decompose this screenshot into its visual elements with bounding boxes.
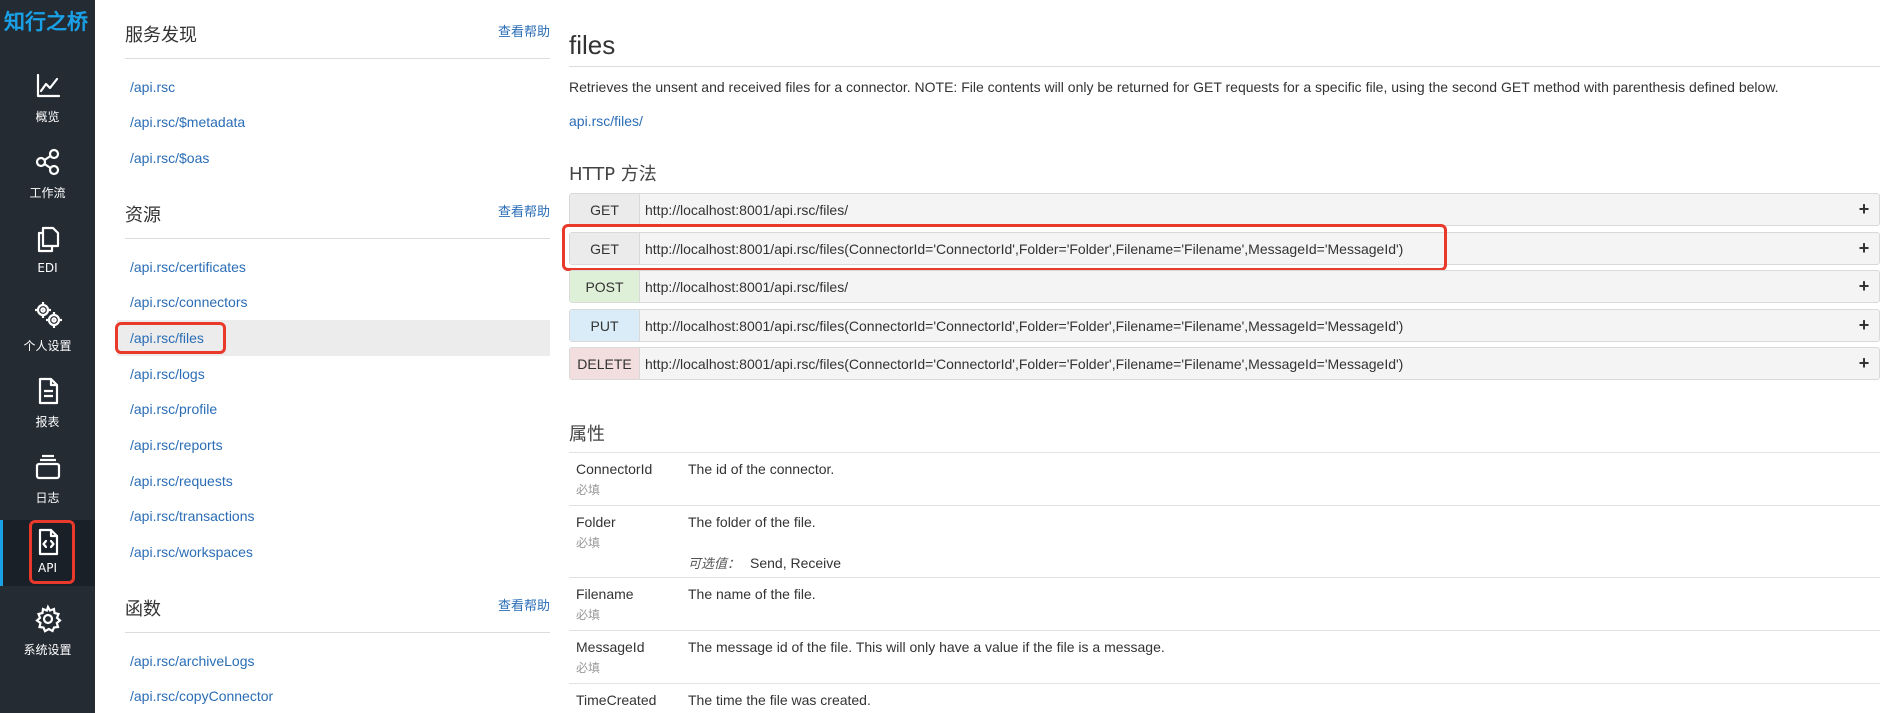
- nav-label: 日志: [35, 491, 60, 505]
- endpoint-link[interactable]: /api.rsc/certificates: [130, 259, 246, 275]
- get-method-highlight-box: [562, 224, 1447, 271]
- resource-description: Retrieves the unsent and received files …: [569, 79, 1779, 95]
- property-row: MessageId 必填 The message id of the file.…: [569, 630, 1880, 683]
- endpoint-link[interactable]: /api.rsc/$oas: [130, 150, 209, 166]
- endpoint-link[interactable]: /api.rsc/workspaces: [130, 544, 253, 560]
- method-row-put[interactable]: PUT http://localhost:8001/api.rsc/files(…: [569, 309, 1880, 342]
- properties-heading: 属性: [569, 424, 605, 445]
- nav-label: 工作流: [29, 186, 66, 200]
- methods-heading: HTTP 方法: [569, 164, 657, 185]
- required-label: 必填: [576, 661, 601, 675]
- property-name: Folder: [576, 514, 616, 530]
- nav-item-personal-settings[interactable]: 个人设置: [0, 300, 95, 370]
- copy-icon: [37, 226, 59, 253]
- property-name: TimeCreated: [576, 692, 657, 708]
- nav-label: 概览: [35, 110, 60, 124]
- property-row: TimeCreated The time the file was create…: [569, 683, 1880, 713]
- endpoint-link[interactable]: /api.rsc/transactions: [130, 508, 255, 524]
- nav-item-system-settings[interactable]: 系统设置: [0, 604, 95, 674]
- nav-item-logs[interactable]: 日志: [0, 452, 95, 522]
- page-title: files: [569, 30, 616, 60]
- expand-icon[interactable]: +: [1849, 199, 1879, 220]
- property-row: ConnectorId 必填 The id of the connector.: [569, 452, 1880, 505]
- resource-base-link[interactable]: api.rsc/files/: [569, 113, 643, 129]
- method-url: http://localhost:8001/api.rsc/files/: [645, 201, 849, 218]
- help-link-resources[interactable]: 查看帮助: [498, 201, 550, 220]
- method-url: http://localhost:8001/api.rsc/files(Conn…: [645, 355, 1404, 372]
- property-name: Filename: [576, 586, 634, 602]
- method-url: http://localhost:8001/api.rsc/files(Conn…: [645, 317, 1404, 334]
- nav-item-edi[interactable]: EDI: [0, 224, 95, 294]
- property-name: MessageId: [576, 639, 645, 655]
- expand-icon[interactable]: +: [1849, 353, 1879, 374]
- endpoint-sidebar: 服务发现 查看帮助 /api.rsc /api.rsc/$metadata /a…: [95, 0, 550, 713]
- method-row-post[interactable]: POST http://localhost:8001/api.rsc/files…: [569, 270, 1880, 303]
- nav-label: 个人设置: [23, 339, 72, 353]
- required-label: 必填: [576, 483, 601, 497]
- endpoint-link[interactable]: /api.rsc/requests: [130, 473, 233, 489]
- endpoint-link[interactable]: /api.rsc/profile: [130, 401, 217, 417]
- divider: [125, 238, 550, 239]
- property-description: The id of the connector.: [688, 461, 835, 477]
- help-link-discovery[interactable]: 查看帮助: [498, 21, 550, 40]
- verb-badge: POST: [570, 271, 640, 302]
- app-logo[interactable]: 知行之桥: [4, 6, 88, 36]
- main-nav: 知行之桥 概览 工作流 EDI 个人设置 报表 日志 API 系统设置: [0, 0, 95, 713]
- nav-item-workflow[interactable]: 工作流: [0, 147, 95, 217]
- endpoint-link[interactable]: /api.rsc/$metadata: [130, 114, 245, 130]
- endpoint-link[interactable]: /api.rsc: [130, 79, 175, 95]
- share-nodes-icon: [35, 148, 59, 176]
- endpoint-link[interactable]: /api.rsc/reports: [130, 437, 223, 453]
- options-values: Send, Receive: [750, 555, 842, 571]
- divider: [125, 632, 550, 633]
- required-label: 必填: [576, 608, 601, 622]
- property-description: The time the file was created.: [688, 692, 871, 708]
- verb-badge: GET: [570, 194, 640, 225]
- verb-badge: PUT: [570, 310, 640, 341]
- endpoint-link[interactable]: /api.rsc/connectors: [130, 294, 248, 310]
- required-label: 必填: [576, 536, 601, 550]
- section-title-functions: 函数: [125, 599, 161, 620]
- method-url: http://localhost:8001/api.rsc/files/: [645, 278, 849, 295]
- nav-label: EDI: [37, 261, 58, 275]
- gears-icon: [34, 302, 62, 328]
- endpoint-link[interactable]: /api.rsc/archiveLogs: [130, 653, 255, 669]
- verb-badge: DELETE: [570, 348, 640, 379]
- property-description: The folder of the file.: [688, 514, 816, 530]
- nav-label: 系统设置: [23, 643, 72, 657]
- property-options: 可选值： Send, Receive: [688, 553, 841, 572]
- property-row: Filename 必填 The name of the file.: [569, 577, 1880, 630]
- property-name: ConnectorId: [576, 461, 653, 477]
- options-label: 可选值：: [688, 557, 741, 572]
- property-description: The name of the file.: [688, 586, 816, 602]
- api-highlight-box: [29, 520, 75, 584]
- nav-item-overview[interactable]: 概览: [0, 71, 95, 141]
- gear-icon: [34, 604, 62, 633]
- method-row-delete[interactable]: DELETE http://localhost:8001/api.rsc/fil…: [569, 347, 1880, 380]
- help-link-functions[interactable]: 查看帮助: [498, 595, 550, 614]
- main-content: files Retrieves the unsent and received …: [562, 0, 1880, 713]
- method-row-get-list[interactable]: GET http://localhost:8001/api.rsc/files/…: [569, 193, 1880, 226]
- divider: [125, 58, 550, 59]
- section-title-resources: 资源: [125, 205, 161, 226]
- expand-icon[interactable]: +: [1849, 238, 1879, 259]
- expand-icon[interactable]: +: [1849, 276, 1879, 297]
- section-title-discovery: 服务发现: [125, 25, 197, 46]
- chart-line-icon: [36, 73, 60, 98]
- property-row: Folder 必填 The folder of the file. 可选值： Se…: [569, 505, 1880, 577]
- endpoint-link[interactable]: /api.rsc/logs: [130, 366, 205, 382]
- property-description: The message id of the file. This will on…: [688, 639, 1165, 655]
- divider: [569, 66, 1880, 67]
- files-highlight-box: [115, 322, 226, 354]
- endpoint-link[interactable]: /api.rsc/copyConnector: [130, 688, 273, 704]
- nav-item-reports[interactable]: 报表: [0, 376, 95, 446]
- stack-icon: [35, 454, 60, 480]
- expand-icon[interactable]: +: [1849, 315, 1879, 336]
- document-icon: [38, 377, 58, 405]
- nav-label: 报表: [35, 415, 60, 429]
